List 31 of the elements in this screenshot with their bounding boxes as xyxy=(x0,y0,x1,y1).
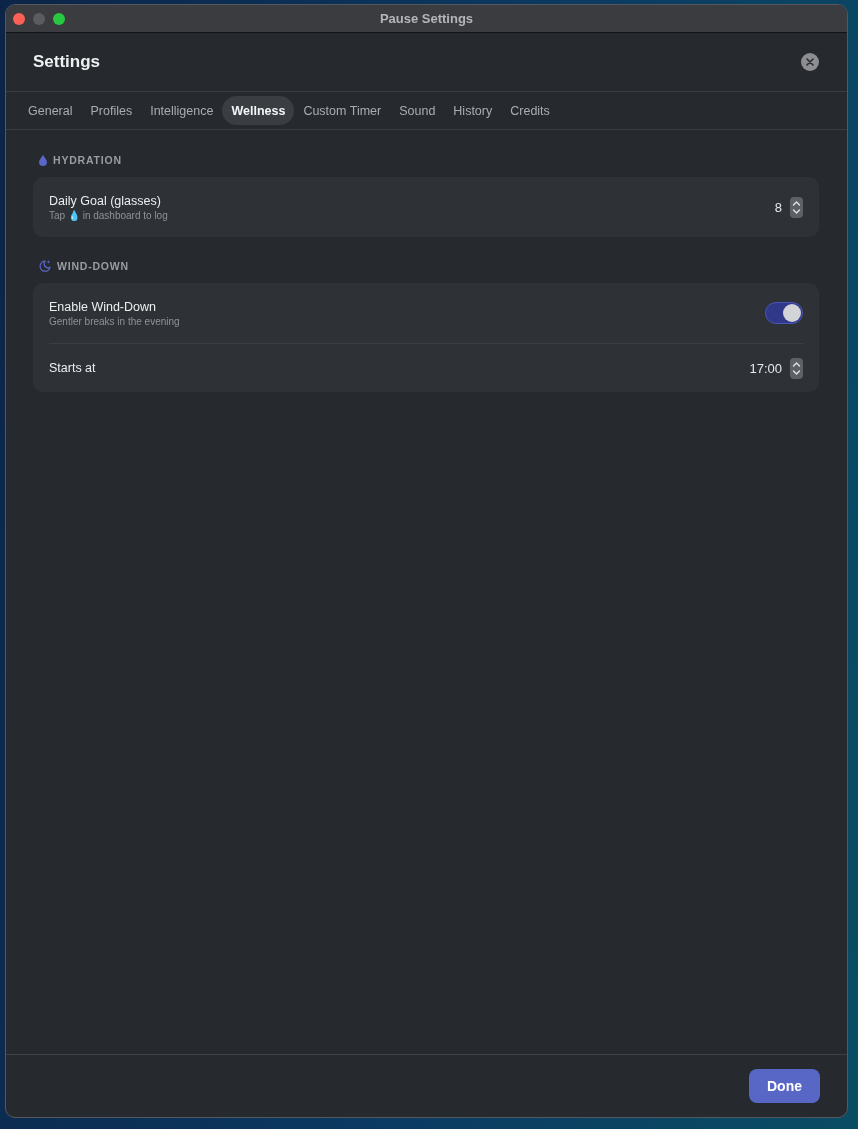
tab[interactable]: Sound xyxy=(390,96,445,125)
stepper-button[interactable] xyxy=(790,357,803,379)
setting-title: Enable Wind-Down xyxy=(49,299,157,314)
close-button[interactable] xyxy=(801,53,819,71)
stepper-value: 8 xyxy=(774,199,782,215)
setting-description: Tap 💧 in dashboard to log xyxy=(49,209,168,221)
tab[interactable]: Wellness xyxy=(222,96,295,125)
toggle-switch[interactable] xyxy=(765,302,803,324)
setting-description: Gentler breaks in the evening xyxy=(49,315,180,327)
tab[interactable]: General xyxy=(19,96,82,125)
tab[interactable]: Credits xyxy=(501,96,559,125)
up-down-chevron-icon xyxy=(792,198,801,216)
stepper-value: 17:00 xyxy=(749,360,782,376)
moon-stars-icon xyxy=(39,260,51,272)
water-drop-icon xyxy=(39,154,47,166)
tab[interactable]: Custom Timer xyxy=(294,96,391,125)
tab[interactable]: Profiles xyxy=(81,96,142,125)
window-title: Pause Settings xyxy=(379,11,474,26)
window-close-button[interactable] xyxy=(13,12,25,25)
stepper-button[interactable] xyxy=(790,196,803,218)
tab[interactable]: Intelligence xyxy=(141,96,223,125)
close-icon xyxy=(806,58,814,66)
window-zoom-button[interactable] xyxy=(53,12,65,25)
settings-heading: Settings xyxy=(33,52,101,72)
done-button[interactable]: Done xyxy=(749,1069,820,1103)
setting-title: Daily Goal (glasses) xyxy=(49,193,162,208)
up-down-chevron-icon xyxy=(792,359,801,377)
setting-title: Starts at xyxy=(49,361,96,375)
section-title: WIND-DOWN xyxy=(57,260,129,272)
tab[interactable]: History xyxy=(444,96,502,125)
section-title: HYDRATION xyxy=(53,154,122,166)
